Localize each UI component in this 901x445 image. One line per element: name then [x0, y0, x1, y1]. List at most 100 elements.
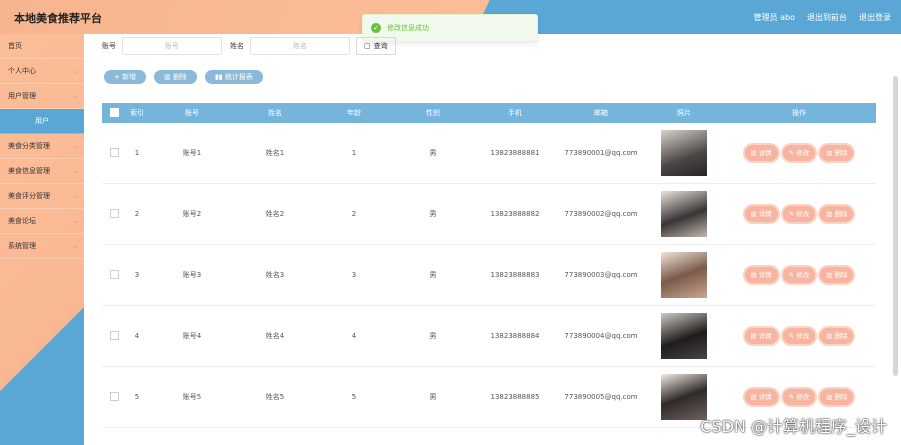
stats-report-button[interactable]: ▮▮ 统计报表 — [204, 70, 263, 84]
header-links: 管理员 abo 退出到前台 退出登录 — [754, 12, 891, 23]
name-label: 姓名 — [230, 42, 244, 50]
row-checkbox[interactable] — [109, 208, 119, 218]
row-actions: ▤ 详情 ✎ 修改 ▥ 删除 — [724, 145, 874, 161]
account-label: 账号 — [102, 42, 116, 50]
detail-button[interactable]: ▤ 详情 — [744, 328, 778, 344]
select-all-checkbox[interactable] — [109, 107, 119, 117]
sidebar-item-label: 美食论坛 — [8, 217, 36, 225]
user-photo — [661, 130, 707, 176]
row-checkbox[interactable] — [109, 269, 119, 279]
cell-phone: 13823888884 — [490, 332, 540, 340]
row-actions: ▤ 详情 ✎ 修改 ▥ 删除 — [724, 328, 874, 344]
col-account: 账号 — [185, 109, 199, 117]
detail-button[interactable]: ▤ 详情 — [744, 267, 778, 283]
detail-label: 详情 — [758, 271, 772, 279]
detail-label: 详情 — [758, 149, 772, 157]
cell-account: 账号1 — [182, 149, 202, 157]
detail-label: 详情 — [758, 332, 772, 340]
cell-sex: 男 — [429, 271, 437, 279]
edit-label: 修改 — [796, 149, 810, 157]
detail-label: 详情 — [758, 210, 772, 218]
action-toolbar: + 新增 ▥ 删除 ▮▮ 统计报表 — [104, 70, 263, 84]
account-input[interactable]: 账号 — [122, 37, 222, 55]
sidebar-item-label: 美食信息管理 — [8, 167, 50, 175]
edit-button[interactable]: ✎ 修改 — [782, 389, 816, 405]
batch-delete-button[interactable]: ▥ 删除 — [154, 70, 197, 84]
edit-label: 修改 — [796, 210, 810, 218]
cell-email: 773890003@qq.com — [564, 271, 638, 279]
cell-age: 3 — [351, 271, 357, 279]
toast-message: 修改信息成功 — [387, 24, 429, 32]
delete-button[interactable]: ▥ 删除 — [820, 328, 854, 344]
edit-label: 修改 — [796, 393, 810, 401]
logout-link[interactable]: 退出登录 — [859, 12, 891, 23]
sidebar-item-user-mgmt[interactable]: 用户管理 ⌄ — [0, 84, 84, 109]
cell-name: 姓名4 — [265, 332, 285, 340]
row-actions: ▤ 详情 ✎ 修改 ▥ 删除 — [724, 206, 874, 222]
cell-index: 1 — [134, 149, 140, 157]
stats-label: 统计报表 — [224, 73, 253, 81]
sidebar-item-food-category[interactable]: 美食分类管理 ⌄ — [0, 134, 84, 159]
col-phone: 手机 — [508, 109, 522, 117]
col-index: 索引 — [130, 109, 144, 117]
detail-button[interactable]: ▤ 详情 — [744, 145, 778, 161]
delete-label: 删除 — [834, 332, 848, 340]
chevron-down-icon: ⌄ — [72, 192, 78, 200]
cell-sex: 男 — [429, 210, 437, 218]
detail-button[interactable]: ▤ 详情 — [744, 206, 778, 222]
delete-label: 删除 — [834, 149, 848, 157]
delete-button[interactable]: ▥ 删除 — [820, 267, 854, 283]
col-sex: 性别 — [426, 109, 440, 117]
row-checkbox[interactable] — [109, 330, 119, 340]
cell-sex: 男 — [429, 332, 437, 340]
add-button[interactable]: + 新增 — [104, 70, 147, 84]
back-to-front-link[interactable]: 退出到前台 — [807, 12, 847, 23]
row-actions: ▤ 详情 ✎ 修改 ▥ 删除 — [724, 267, 874, 283]
detail-button[interactable]: ▤ 详情 — [744, 389, 778, 405]
sidebar-item-personal[interactable]: 个人中心 ⌄ — [0, 59, 84, 84]
user-photo — [661, 252, 707, 298]
delete-button[interactable]: ▥ 删除 — [820, 389, 854, 405]
add-label: 新增 — [122, 73, 137, 81]
edit-button[interactable]: ✎ 修改 — [782, 267, 816, 283]
cell-index: 5 — [134, 393, 140, 401]
chevron-down-icon: ⌄ — [72, 92, 78, 100]
chevron-down-icon: ⌄ — [72, 217, 78, 225]
row-checkbox[interactable] — [109, 147, 119, 157]
edit-button[interactable]: ✎ 修改 — [782, 328, 816, 344]
delete-button[interactable]: ▥ 删除 — [820, 206, 854, 222]
name-input[interactable]: 姓名 — [250, 37, 350, 55]
user-photo — [661, 313, 707, 359]
sidebar-item-food-info[interactable]: 美食信息管理 ⌄ — [0, 159, 84, 184]
sidebar-subitem-user[interactable]: 用户 — [0, 109, 84, 134]
sidebar-item-label: 用户 — [35, 117, 49, 125]
row-checkbox[interactable] — [109, 391, 119, 401]
sidebar: 首页 个人中心 ⌄ 用户管理 ⌄ 用户 美食分类管理 ⌄ 美食信息管理 ⌄ 美食评分管理… — [0, 34, 84, 445]
cell-index: 4 — [134, 332, 140, 340]
cell-email: 773890001@qq.com — [564, 149, 638, 157]
chevron-down-icon: ⌄ — [72, 167, 78, 175]
sidebar-item-home[interactable]: 首页 — [0, 34, 84, 59]
edit-button[interactable]: ✎ 修改 — [782, 145, 816, 161]
col-actions: 操作 — [792, 109, 806, 117]
scrollbar[interactable] — [893, 76, 898, 376]
table-row: 2 账号2 姓名2 2 男 13823888882 773890002@qq.c… — [102, 184, 876, 245]
delete-label: 删除 — [834, 393, 848, 401]
cell-age: 4 — [351, 332, 357, 340]
table-row: 1 账号1 姓名1 1 男 13823888881 773890001@qq.c… — [102, 123, 876, 184]
sidebar-item-forum[interactable]: 美食论坛 ⌄ — [0, 209, 84, 234]
sidebar-item-system[interactable]: 系统管理 ⌄ — [0, 234, 84, 259]
search-button[interactable]: ▢ 查询 — [356, 37, 396, 55]
cell-email: 773890004@qq.com — [564, 332, 638, 340]
delete-button[interactable]: ▥ 删除 — [820, 145, 854, 161]
sidebar-item-label: 首页 — [8, 42, 22, 50]
cell-sex: 男 — [429, 393, 437, 401]
edit-button[interactable]: ✎ 修改 — [782, 206, 816, 222]
col-photo: 照片 — [677, 109, 691, 117]
sidebar-item-food-rating[interactable]: 美食评分管理 ⌄ — [0, 184, 84, 209]
table-row: 3 账号3 姓名3 3 男 13823888883 773890003@qq.c… — [102, 245, 876, 306]
cell-name: 姓名5 — [265, 393, 285, 401]
cell-phone: 13823888881 — [490, 149, 540, 157]
chevron-down-icon: ⌄ — [72, 142, 78, 150]
sidebar-item-label: 个人中心 — [8, 67, 36, 75]
